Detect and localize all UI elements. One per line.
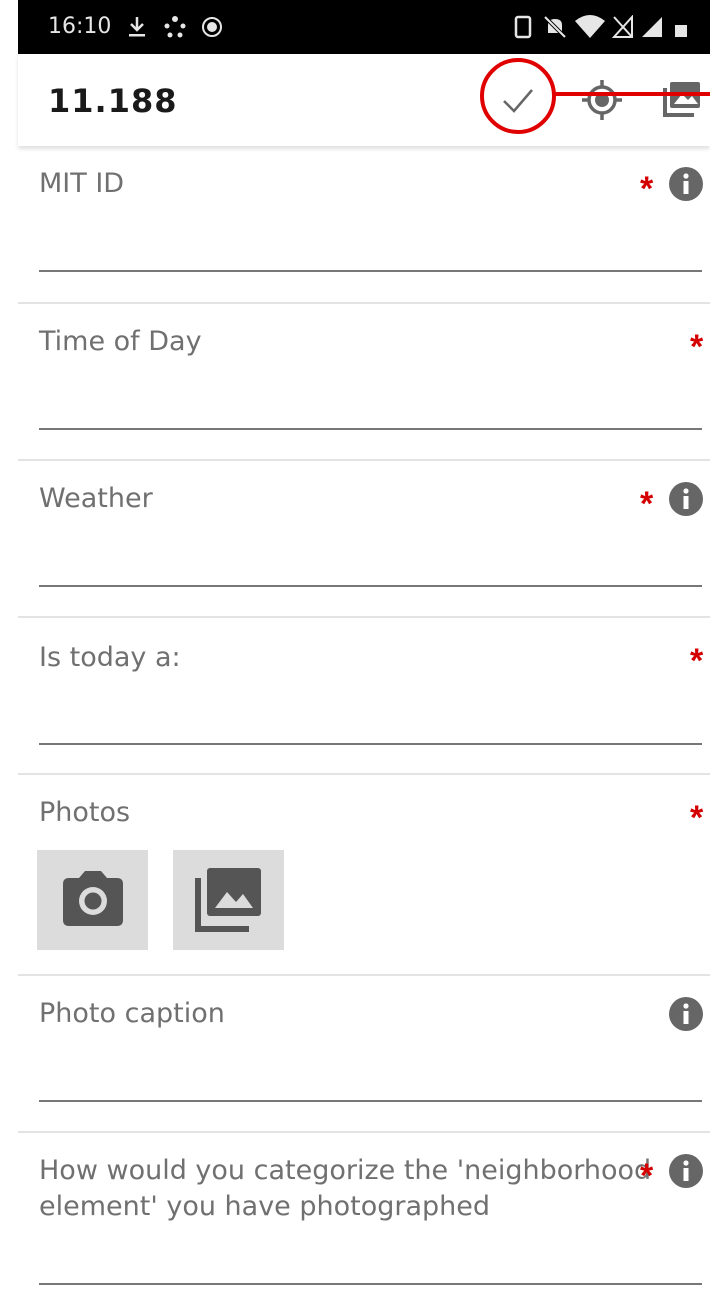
info-icon[interactable] (668, 166, 704, 202)
field-label: Photos (39, 797, 131, 828)
mit-id-input[interactable] (39, 270, 702, 272)
wifi-icon (575, 15, 605, 38)
no-sim-icon (612, 15, 633, 38)
battery-icon (675, 25, 687, 37)
sync-icon (202, 17, 222, 37)
highlight-pointer-line (552, 92, 710, 96)
phone-icon (514, 15, 532, 39)
field-label: Is today a: (39, 642, 181, 673)
info-icon[interactable] (668, 481, 704, 517)
camera-icon (63, 871, 123, 926)
field-label: MIT ID (39, 168, 125, 199)
field-label: Time of Day (39, 326, 202, 357)
photo-caption-input[interactable] (39, 1100, 702, 1102)
yelp-icon (164, 16, 186, 38)
field-label: How would you categorize the 'neighborho… (39, 1155, 652, 1222)
highlight-circle (480, 58, 556, 134)
mute-icon (543, 15, 567, 39)
field-is-today: Is today a: * (18, 616, 710, 774)
field-photos: Photos * (18, 773, 710, 975)
signal-icon (642, 17, 662, 37)
is-today-input[interactable] (39, 743, 702, 745)
photo-library-icon (195, 868, 261, 932)
info-icon[interactable] (668, 996, 704, 1032)
field-time-of-day: Time of Day * (18, 302, 710, 460)
neighborhood-category-input[interactable] (39, 1283, 702, 1285)
required-marker: * (690, 799, 704, 837)
required-marker: * (690, 642, 704, 680)
page-title: 11.188 (48, 82, 178, 120)
app-bar: 11.188 (18, 54, 710, 146)
required-marker: * (690, 328, 704, 366)
field-label: Photo caption (39, 998, 225, 1029)
gps-target-icon (582, 80, 622, 120)
status-bar: 16:10 (18, 0, 710, 54)
field-photo-caption: Photo caption (18, 974, 710, 1132)
field-weather: Weather * (18, 459, 710, 617)
field-mit-id: MIT ID * (18, 146, 710, 302)
choose-photo-button[interactable] (173, 850, 284, 950)
gallery-button[interactable] (662, 78, 702, 122)
download-icon (129, 17, 145, 37)
photo-library-icon (663, 82, 700, 117)
time-of-day-input[interactable] (39, 428, 702, 430)
status-time: 16:10 (48, 14, 112, 39)
required-marker: * (640, 1157, 654, 1195)
field-neighborhood-category: How would you categorize the 'neighborho… (18, 1131, 710, 1296)
weather-input[interactable] (39, 585, 702, 587)
location-button[interactable] (580, 78, 624, 122)
info-icon[interactable] (668, 1153, 704, 1189)
take-photo-button[interactable] (37, 850, 148, 950)
field-label: Weather (39, 483, 153, 514)
required-marker: * (640, 485, 654, 523)
required-marker: * (640, 170, 654, 208)
